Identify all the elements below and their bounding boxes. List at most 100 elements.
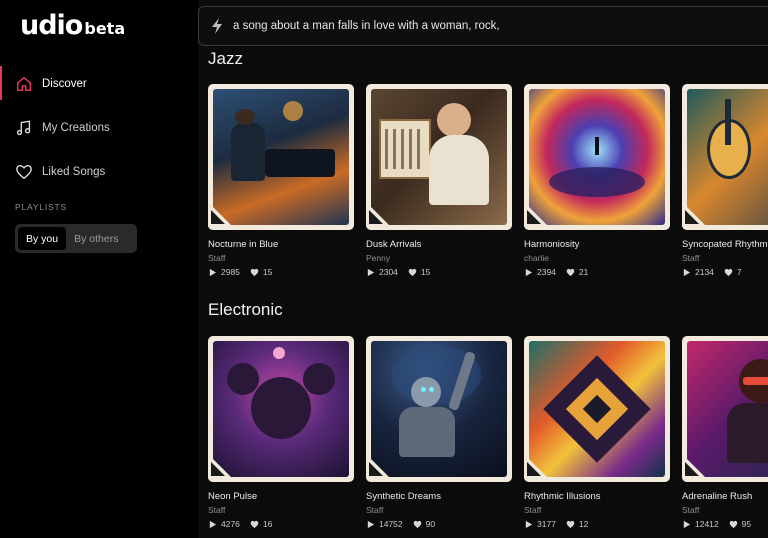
play-icon	[209, 520, 217, 528]
home-icon	[15, 75, 33, 93]
song-card[interactable]: Synthetic Dreams Staff 14752 90	[366, 336, 512, 529]
song-artist[interactable]: Staff	[524, 505, 670, 515]
play-count: 2134	[695, 267, 714, 277]
by-you-button[interactable]: By you	[18, 227, 67, 250]
song-card[interactable]: Syncopated Rhythm Staff 2134 7	[682, 84, 768, 277]
song-card[interactable]: Dusk Arrivals Penny 2304 15	[366, 84, 512, 277]
play-icon	[367, 268, 375, 276]
song-cover[interactable]	[366, 336, 512, 482]
song-card[interactable]: Nocturne in Blue Staff 2985 15	[208, 84, 354, 277]
song-title[interactable]: Nocturne in Blue	[208, 239, 354, 250]
song-cover[interactable]	[682, 84, 768, 230]
sidebar-item-label: Discover	[42, 78, 87, 90]
song-title[interactable]: Rhythmic Illusions	[524, 491, 670, 502]
cover-corner-mark	[366, 454, 394, 482]
song-title[interactable]: Adrenaline Rush	[682, 491, 768, 502]
song-cover[interactable]	[208, 336, 354, 482]
song-cover[interactable]	[208, 84, 354, 230]
heart-icon[interactable]	[413, 520, 422, 529]
heart-icon[interactable]	[408, 268, 417, 277]
song-stats: 2394 21	[524, 267, 670, 277]
like-count: 15	[420, 267, 431, 277]
sidebar-item-discover[interactable]: Discover	[0, 62, 198, 106]
song-cover[interactable]	[682, 336, 768, 482]
song-title[interactable]: Neon Pulse	[208, 491, 354, 502]
lightning-icon	[212, 18, 222, 34]
like-count: 7	[736, 267, 742, 277]
play-count: 2304	[379, 267, 398, 277]
by-others-button[interactable]: By others	[66, 227, 126, 250]
prompt-value: a song about a man falls in love with a …	[233, 20, 500, 32]
playlists-heading: PLAYLISTS	[15, 202, 67, 212]
heart-icon[interactable]	[250, 268, 259, 277]
song-stats: 4276 16	[208, 519, 354, 529]
song-artist[interactable]: Staff	[208, 505, 354, 515]
udio-logo[interactable]: udio beta	[20, 10, 125, 41]
song-title[interactable]: Harmoniosity	[524, 239, 670, 250]
like-count: 90	[425, 519, 436, 529]
song-title[interactable]: Synthetic Dreams	[366, 491, 512, 502]
song-cover[interactable]	[524, 84, 670, 230]
heart-icon[interactable]	[250, 520, 259, 529]
song-cover[interactable]	[366, 84, 512, 230]
cover-corner-mark	[208, 202, 236, 230]
like-count: 95	[741, 519, 752, 529]
song-title[interactable]: Syncopated Rhythm	[682, 239, 768, 250]
play-count: 3177	[537, 519, 556, 529]
heart-icon[interactable]	[566, 268, 575, 277]
song-stats: 14752 90	[366, 519, 512, 529]
sidebar-item-label: Liked Songs	[42, 166, 106, 178]
play-count: 12412	[695, 519, 719, 529]
sidebar-item-my-creations[interactable]: My Creations	[0, 106, 198, 150]
section-title-jazz: Jazz	[208, 49, 243, 68]
song-stats: 2134 7	[682, 267, 768, 277]
play-icon	[525, 520, 533, 528]
song-stats: 2985 15	[208, 267, 354, 277]
like-count: 12	[578, 519, 589, 529]
song-artist[interactable]: Staff	[682, 253, 768, 263]
section-title-electronic: Electronic	[208, 300, 283, 319]
sidebar-item-label: My Creations	[42, 122, 110, 134]
discover-feed: Jazz Nocturne in Blue Staff 2985 15 Dusk…	[198, 46, 768, 538]
heart-icon[interactable]	[724, 268, 733, 277]
playlist-filter-toggle: By you By others	[15, 224, 137, 253]
like-count: 21	[578, 267, 589, 277]
sidebar-nav: Discover My Creations Liked Songs	[0, 62, 198, 194]
song-artist[interactable]: Penny	[366, 253, 512, 263]
song-artist[interactable]: charlie	[524, 253, 670, 263]
like-count: 15	[262, 267, 273, 277]
prompt-input[interactable]: a song about a man falls in love with a …	[198, 6, 768, 46]
song-card[interactable]: Rhythmic Illusions Staff 3177 12	[524, 336, 670, 529]
song-artist[interactable]: Staff	[682, 505, 768, 515]
song-artist[interactable]: Staff	[208, 253, 354, 263]
song-card[interactable]: Harmoniosity charlie 2394 21	[524, 84, 670, 277]
play-icon	[367, 520, 375, 528]
cover-corner-mark	[682, 454, 710, 482]
music-note-icon	[15, 119, 33, 137]
song-stats: 12412 95	[682, 519, 768, 529]
beta-badge: beta	[84, 19, 126, 38]
cover-corner-mark	[682, 202, 710, 230]
sidebar-item-liked-songs[interactable]: Liked Songs	[0, 150, 198, 194]
play-count: 2985	[221, 267, 240, 277]
play-count: 4276	[221, 519, 240, 529]
logo-wordmark: udio	[20, 10, 83, 41]
heart-icon[interactable]	[566, 520, 575, 529]
like-count: 16	[262, 519, 273, 529]
song-card[interactable]: Neon Pulse Staff 4276 16	[208, 336, 354, 529]
song-stats: 2304 15	[366, 267, 512, 277]
song-title[interactable]: Dusk Arrivals	[366, 239, 512, 250]
cover-corner-mark	[524, 454, 552, 482]
play-icon	[209, 268, 217, 276]
cover-corner-mark	[366, 202, 394, 230]
sidebar: udio beta Discover My Creations Liked Son…	[0, 0, 198, 538]
play-icon	[525, 268, 533, 276]
heart-icon[interactable]	[729, 520, 738, 529]
song-artist[interactable]: Staff	[366, 505, 512, 515]
song-card[interactable]: Adrenaline Rush Staff 12412 95	[682, 336, 768, 529]
song-cover[interactable]	[524, 336, 670, 482]
heart-icon	[15, 163, 33, 181]
play-count: 14752	[379, 519, 403, 529]
play-icon	[683, 268, 691, 276]
play-count: 2394	[537, 267, 556, 277]
